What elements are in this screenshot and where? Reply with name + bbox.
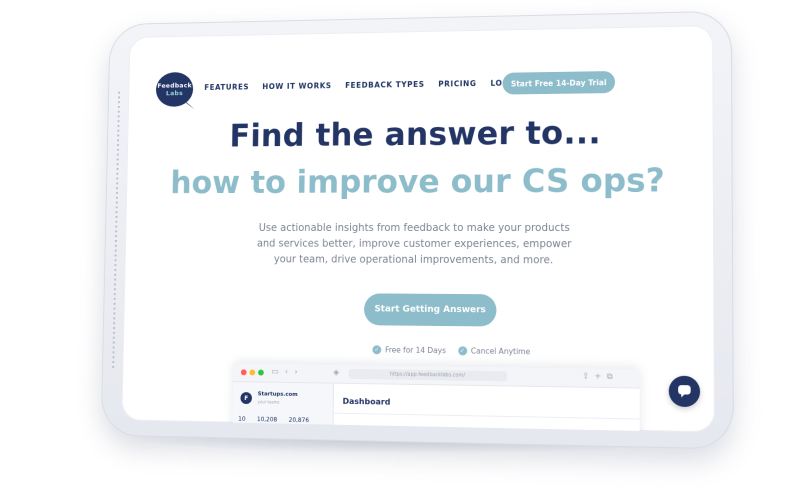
stats-row: 10 10,208 20,876: [238, 416, 309, 424]
start-getting-answers-button[interactable]: Start Getting Answers: [363, 293, 497, 327]
logo-text-line2: Labs: [165, 89, 183, 98]
tablet-screen: Feedback Labs FEATURES HOW IT WORKS FEED…: [121, 25, 715, 433]
window-minimize-icon: [249, 369, 256, 376]
hero-title: Find the answer to...: [229, 113, 601, 155]
shield-icon: ◈: [333, 367, 340, 377]
perk-label: Free for 14 Days: [385, 345, 447, 356]
divider: [332, 412, 640, 420]
perk-cancel-anytime: ✓ Cancel Anytime: [457, 346, 531, 357]
hero-subtitle: how to improve our CS ops?: [170, 160, 665, 201]
sidebar-toggle-icon: ▭: [271, 366, 279, 376]
stage: Feedback Labs FEATURES HOW IT WORKS FEED…: [0, 0, 812, 488]
nav-pricing[interactable]: PRICING: [438, 79, 476, 88]
hero-description: Use actionable insights from feedback to…: [256, 221, 572, 267]
window-maximize-icon: [258, 369, 264, 376]
perk-label: Cancel Anytime: [470, 346, 531, 357]
org-avatar: F: [240, 392, 253, 405]
nav-features[interactable]: FEATURES: [204, 83, 249, 92]
new-tab-icon: +: [594, 371, 602, 381]
chat-bubble-icon: [678, 385, 691, 398]
forward-arrow-icon: ›: [294, 367, 298, 377]
chat-launcher-button[interactable]: [668, 375, 701, 408]
share-icon: ⇪: [582, 371, 590, 381]
app-sidebar: F Startups.com your teams 10 10,208 20,8…: [232, 382, 335, 433]
tabs-overview-icon: ⧉: [606, 371, 613, 381]
stat-value: 10,208: [256, 416, 278, 424]
check-icon: ✓: [372, 345, 382, 355]
org-name: Startups.com: [257, 391, 298, 398]
main-nav: FEATURES HOW IT WORKS FEEDBACK TYPES PRI…: [204, 78, 522, 91]
nav-how-it-works[interactable]: HOW IT WORKS: [262, 81, 331, 91]
perk-free-trial: ✓ Free for 14 Days: [372, 345, 446, 355]
check-icon: ✓: [457, 346, 467, 356]
org-subtitle: your teams: [257, 399, 280, 405]
start-trial-button[interactable]: Start Free 14-Day Trial: [502, 71, 616, 95]
feedback-labs-logo[interactable]: Feedback Labs: [155, 71, 194, 107]
stat-value: 20,876: [288, 416, 310, 425]
window-close-icon: [240, 369, 247, 376]
stat-value: 10: [238, 415, 246, 423]
dashboard-title: Dashboard: [342, 396, 391, 407]
speaker-grille: [111, 90, 122, 370]
tablet-device: Feedback Labs FEATURES HOW IT WORKS FEED…: [100, 10, 734, 450]
nav-feedback-types[interactable]: FEEDBACK TYPES: [345, 80, 425, 90]
address-bar: https://app.feedbacklabs.com/: [348, 368, 508, 382]
perks-list: ✓ Free for 14 Days ✓ Cancel Anytime: [372, 345, 530, 356]
app-preview-window: ▭ ‹ › ◈ https://app.feedbacklabs.com/ ⇪ …: [232, 363, 640, 433]
back-arrow-icon: ‹: [284, 366, 289, 376]
